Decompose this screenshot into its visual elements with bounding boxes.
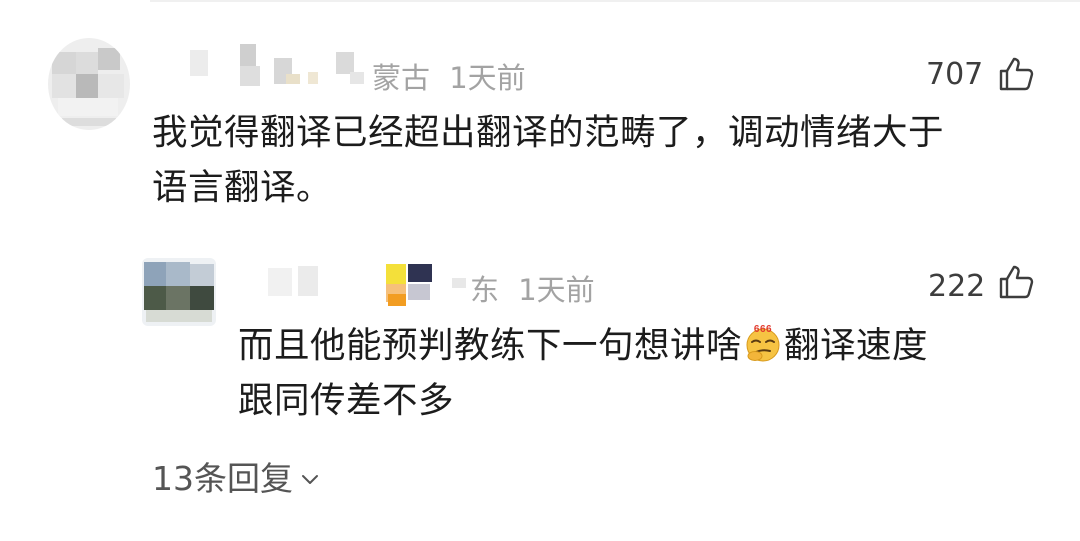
user-avatar[interactable] xyxy=(48,38,130,130)
user-location: 东 xyxy=(470,273,500,307)
comment-time: 1天前 xyxy=(518,273,595,307)
reply-user-avatar[interactable] xyxy=(142,258,216,326)
like-count: 707 xyxy=(926,57,984,92)
comment-text-line: 我觉得翻译已经超出翻译的范畴了，调动情绪大于 xyxy=(152,112,945,153)
reply-text-after-emoji: 翻译速度 xyxy=(784,325,929,366)
user-location: 蒙古 xyxy=(372,61,431,95)
thumbs-up-icon[interactable] xyxy=(998,264,1034,300)
emoji-666-label: 666 xyxy=(754,324,772,335)
top-divider xyxy=(150,0,1080,2)
comment-time: 1天前 xyxy=(449,61,526,95)
comment-meta: 蒙古 1天前 xyxy=(372,55,526,97)
chevron-down-icon xyxy=(302,475,318,484)
comment-text-line: 语言翻译。 xyxy=(152,167,333,208)
666-smug-emoji-icon: 666 xyxy=(746,324,780,362)
thumbs-up-icon[interactable] xyxy=(998,56,1034,92)
view-replies-button[interactable]: 13条回复 xyxy=(152,452,319,500)
reply-username-redacted[interactable] xyxy=(268,262,468,310)
reply-text-line: 而且他能预判教练下一句想讲啥 666 翻译速度 xyxy=(238,318,1058,373)
reply-text: 而且他能预判教练下一句想讲啥 666 翻译速度 跟同传差不多 xyxy=(238,318,1058,428)
like-count: 222 xyxy=(928,269,986,304)
comment-text: 我觉得翻译已经超出翻译的范畴了，调动情绪大于 语言翻译。 xyxy=(152,105,1052,215)
username-redacted[interactable] xyxy=(190,44,376,90)
replies-count-label: 13条回复 xyxy=(152,459,293,498)
reply-text-line: 跟同传差不多 xyxy=(238,380,455,421)
reply-text-before-emoji: 而且他能预判教练下一句想讲啥 xyxy=(238,325,743,366)
reply-meta: 东 1天前 xyxy=(470,267,595,309)
